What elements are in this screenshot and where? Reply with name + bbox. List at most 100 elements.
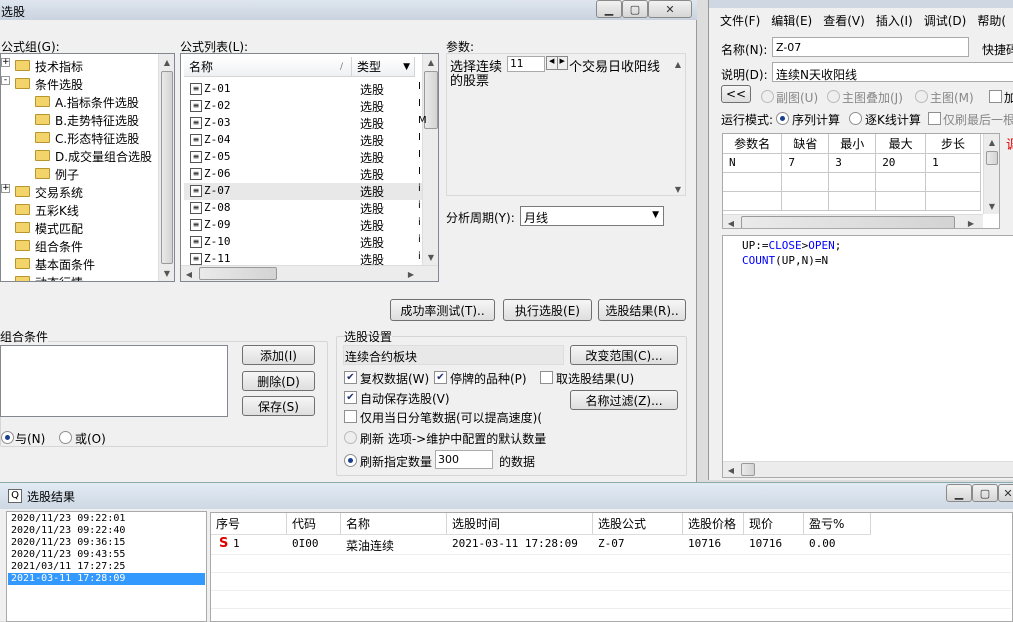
results-col-header[interactable]: 选股价格 <box>683 513 744 535</box>
tree-node[interactable]: 五彩K线 <box>1 201 161 219</box>
menu-item[interactable]: 帮助( <box>977 12 1006 29</box>
scroll-left-arrow[interactable]: ◀ <box>723 215 739 228</box>
results-col-header[interactable]: 代码 <box>287 513 341 535</box>
code-hscroll[interactable]: ◀ <box>723 461 1013 477</box>
overlay-radio[interactable] <box>827 90 840 103</box>
autosave-checkbox[interactable]: ✔ <box>344 391 357 404</box>
results-row[interactable]: S 1 0I00 菜油连续 2021-03-11 17:28:09 Z-07 10716 10… <box>211 536 1011 553</box>
menu-item[interactable]: 插入(I) <box>876 12 913 29</box>
tree-node[interactable]: 模式匹配 <box>1 219 161 237</box>
history-item[interactable]: 2020/11/23 09:22:40 <box>8 525 205 537</box>
take-result-checkbox[interactable] <box>540 371 553 384</box>
param-col-header[interactable]: 缺省 <box>781 134 830 154</box>
tree-node[interactable]: + 交易系统 <box>1 183 161 201</box>
history-item[interactable]: 2020/11/23 09:22:01 <box>8 513 205 525</box>
menu-item[interactable]: 编辑(E) <box>771 12 812 29</box>
param-empty-row[interactable] <box>723 172 981 192</box>
formula-list-vscroll[interactable]: ▲ ▼ <box>422 54 438 265</box>
add-checkbox[interactable] <box>989 90 1002 103</box>
param-cell[interactable] <box>723 172 783 192</box>
formula-row[interactable]: ≡ Z-07 选股 i <box>184 183 422 200</box>
results-minimize-button[interactable]: ▁ <box>946 484 972 502</box>
tree-node[interactable]: C.形态特征选股 <box>1 129 161 147</box>
selection-results-button[interactable]: 选股结果(R).. <box>598 299 686 321</box>
history-item[interactable]: 2021-03-11 17:28:09 <box>8 573 205 585</box>
formula-group-tree[interactable]: + 技术指标 - 条件选股 A.指标条件选股 B.走势特征选股 C.形态特征选股 D.成交量组… <box>0 53 175 282</box>
expander-icon[interactable]: + <box>1 184 10 193</box>
formula-row[interactable]: ≡ Z-01 选股 I <box>184 81 422 98</box>
menu-item[interactable]: 文件(F) <box>720 12 760 29</box>
tree-node[interactable]: 组合条件 <box>1 237 161 255</box>
param-cell[interactable]: 20 <box>875 153 927 173</box>
param-cell[interactable] <box>828 172 877 192</box>
param-cell[interactable] <box>875 172 927 192</box>
minimize-button[interactable]: ▁ <box>596 0 622 18</box>
collapse-button[interactable]: << <box>721 85 751 103</box>
sub-chart-radio[interactable] <box>761 90 774 103</box>
expander-icon[interactable]: + <box>1 58 10 67</box>
param-value-input[interactable]: 11 <box>507 56 545 72</box>
scroll-up-arrow[interactable]: ▲ <box>159 54 174 70</box>
tree-node[interactable]: 基本面条件 <box>1 255 161 273</box>
refresh-count-radio[interactable] <box>344 454 357 467</box>
param-cell[interactable] <box>723 191 783 211</box>
scroll-thumb[interactable] <box>986 151 998 165</box>
results-maximize-button[interactable]: ▢ <box>972 484 998 502</box>
col-header-name[interactable]: 名称 ∕ <box>184 57 352 77</box>
param-table-hscroll[interactable]: ◀ ▶ <box>723 214 983 228</box>
scroll-right-arrow[interactable]: ▶ <box>963 215 979 228</box>
param-table-vscroll[interactable]: ▲ ▼ <box>983 134 999 214</box>
formula-row[interactable]: ≡ Z-03 选股 M <box>184 115 427 132</box>
or-radio[interactable] <box>59 431 72 444</box>
param-empty-row[interactable] <box>723 191 981 211</box>
tree-vscroll[interactable]: ▲ ▼ <box>158 54 174 281</box>
code-editor[interactable]: UP:=CLOSE>OPEN; COUNT(UP,N)=N ◀ <box>722 235 1013 478</box>
chevron-down-icon[interactable]: ▼ <box>652 210 659 220</box>
results-close-button[interactable]: ✕ <box>998 484 1013 502</box>
scroll-thumb[interactable] <box>161 71 173 264</box>
scroll-down-arrow[interactable]: ▼ <box>423 249 438 265</box>
param-cell[interactable] <box>781 172 830 192</box>
results-col-header[interactable]: 名称 <box>341 513 447 535</box>
scroll-up-arrow[interactable]: ▲ <box>423 54 438 70</box>
tree-node[interactable]: A.指标条件选股 <box>1 93 161 111</box>
formula-row[interactable]: ≡ Z-11 选股 i <box>184 251 422 268</box>
scroll-down-arrow[interactable]: ▼ <box>670 181 686 197</box>
param-cell[interactable] <box>925 191 981 211</box>
and-radio[interactable] <box>1 431 14 444</box>
scroll-up-arrow[interactable]: ▲ <box>670 56 686 72</box>
param-cell[interactable] <box>875 191 927 211</box>
main-chart-radio[interactable] <box>915 90 928 103</box>
scroll-right-arrow[interactable]: ▶ <box>403 266 419 281</box>
formula-row[interactable]: ≡ Z-10 选股 i <box>184 234 422 251</box>
spin-right-icon[interactable]: ▶ <box>558 57 568 69</box>
formula-row[interactable]: ≡ Z-09 选股 i <box>184 217 422 234</box>
period-select[interactable]: 月线 ▼ <box>520 206 664 226</box>
param-col-header[interactable]: 最小 <box>828 134 877 154</box>
scroll-left-arrow[interactable]: ◀ <box>181 266 197 281</box>
tree-node[interactable]: - 条件选股 <box>1 75 161 93</box>
run-last-checkbox[interactable] <box>928 112 941 125</box>
param-cell[interactable] <box>925 172 981 192</box>
tree-node[interactable]: B.走势特征选股 <box>1 111 161 129</box>
param-cell[interactable]: 1 <box>925 153 981 173</box>
history-list[interactable]: 2020/11/23 09:22:01 2020/11/23 09:22:40 20… <box>6 511 207 622</box>
execute-selection-button[interactable]: 执行选股(E) <box>503 299 592 321</box>
param-col-header[interactable]: 最大 <box>875 134 927 154</box>
tree-node[interactable]: D.成交量组合选股 <box>1 147 161 165</box>
results-table[interactable]: 序号 代码 名称 选股时间 选股公式 选股价格 现价 盈亏% S 1 0I00 菜油连续 2021-0… <box>210 512 1013 622</box>
param-col-header[interactable]: 步长 <box>925 134 981 154</box>
editor-desc-input[interactable]: 连续N天收阳线 <box>772 62 1013 82</box>
close-button[interactable]: ✕ <box>648 0 692 18</box>
param-cell[interactable]: 7 <box>781 153 830 173</box>
param-cell[interactable] <box>828 191 877 211</box>
param-cell[interactable]: N <box>723 153 783 173</box>
scroll-up-arrow[interactable]: ▲ <box>984 134 999 150</box>
change-scope-button[interactable]: 改变范围(C)... <box>570 345 678 365</box>
editor-name-input[interactable]: Z-07 <box>772 37 969 57</box>
refresh-count-input[interactable]: 300 <box>435 450 493 469</box>
suspended-checkbox[interactable]: ✔ <box>434 371 447 384</box>
menu-item[interactable]: 查看(V) <box>823 12 865 29</box>
formula-row[interactable]: ≡ Z-02 选股 I <box>184 98 422 115</box>
scroll-down-arrow[interactable]: ▼ <box>984 198 999 214</box>
